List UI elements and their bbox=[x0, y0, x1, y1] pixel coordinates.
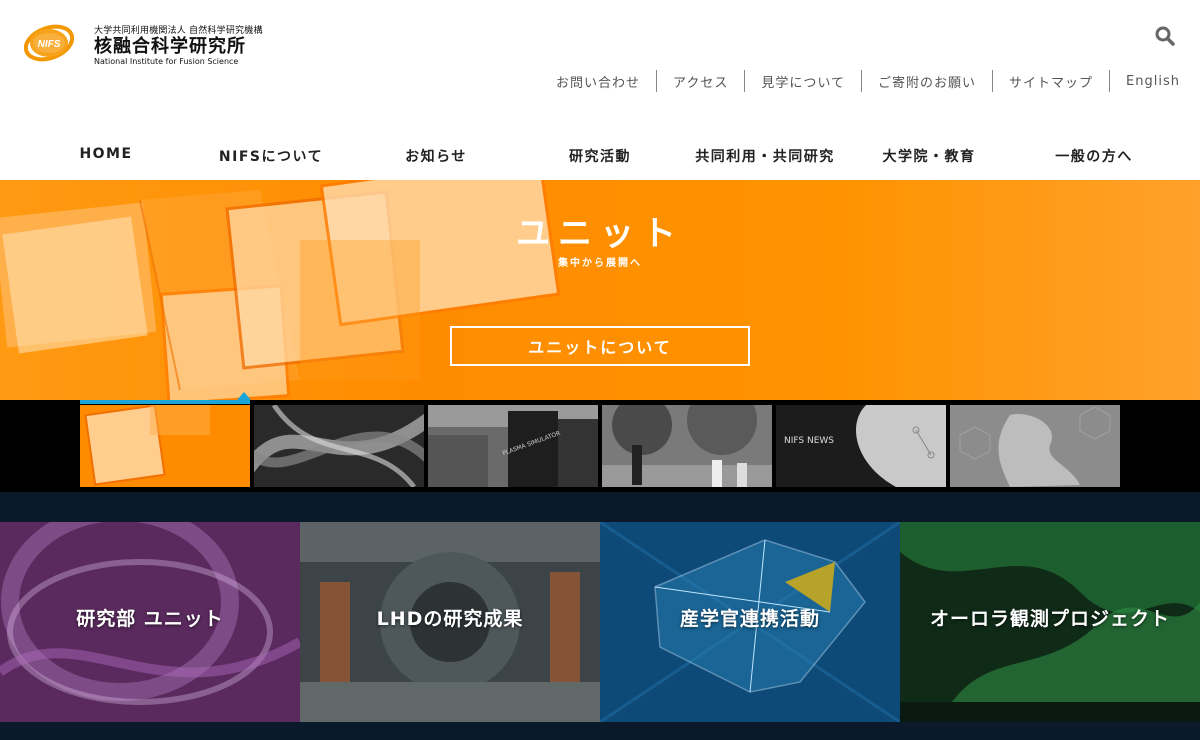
thumbnail-helical-coil[interactable] bbox=[254, 405, 424, 487]
svg-text:NIFS NEWS: NIFS NEWS bbox=[784, 436, 834, 446]
hero-subtitle: 集中から展開へ bbox=[558, 258, 642, 269]
nav-item-collaboration[interactable]: 共同利用・共同研究 bbox=[695, 146, 835, 166]
thumbnail-plasma-simulator[interactable]: PLASMA SIMULATOR bbox=[428, 405, 598, 487]
card-label: オーロラ観測プロジェクト bbox=[929, 608, 1170, 630]
hero-banner: ユニット 集中から展開へ ユニットについて bbox=[0, 180, 1200, 400]
thumbnail-people-outdoors[interactable] bbox=[602, 405, 772, 487]
hero-title: ユニット bbox=[516, 214, 684, 254]
logo-org-name: 大学共同利用機関法人 自然科学研究機構 bbox=[94, 26, 263, 36]
card-research-unit[interactable]: 研究部 ユニット bbox=[0, 522, 300, 722]
site-logo[interactable]: NIFS 大学共同利用機関法人 自然科学研究機構 核融合科学研究所 Nation… bbox=[24, 22, 263, 66]
utility-link-english[interactable]: English bbox=[1110, 74, 1180, 89]
footer-band bbox=[0, 722, 1200, 740]
search-icon bbox=[1155, 26, 1175, 46]
thumbnail-carousel: PLASMA SIMULATOR NIFS NEWS bbox=[0, 392, 1200, 492]
card-label: LHDの研究成果 bbox=[376, 608, 524, 630]
nifs-logo-icon: NIFS bbox=[24, 24, 74, 62]
utility-link-access[interactable]: アクセス bbox=[657, 72, 744, 91]
nav-item-research[interactable]: 研究活動 bbox=[569, 146, 631, 166]
logo-institute-name: 核融合科学研究所 bbox=[94, 36, 246, 57]
utility-link-tour[interactable]: 見学について bbox=[745, 72, 861, 91]
card-lhd-results[interactable]: LHDの研究成果 bbox=[300, 522, 600, 722]
utility-link-donation[interactable]: ご寄附のお願い bbox=[862, 72, 992, 91]
nav-item-news[interactable]: お知らせ bbox=[405, 146, 467, 166]
nav-item-home[interactable]: HOME bbox=[79, 146, 132, 162]
main-nav: HOME NIFSについて お知らせ 研究活動 共同利用・共同研究 大学院・教育… bbox=[0, 140, 1200, 170]
card-label: 産学官連携活動 bbox=[679, 608, 820, 630]
utility-link-contact[interactable]: お問い合わせ bbox=[540, 72, 656, 91]
thumbnail-world-map[interactable] bbox=[950, 405, 1120, 487]
logo-english-name: National Institute for Fusion Science bbox=[94, 57, 239, 66]
thumbnail-nifs-news[interactable]: NIFS NEWS bbox=[776, 405, 946, 487]
nav-item-education[interactable]: 大学院・教育 bbox=[883, 146, 976, 166]
card-industry-collaboration[interactable]: 産学官連携活動 bbox=[600, 522, 900, 722]
card-label: 研究部 ユニット bbox=[76, 608, 224, 630]
utility-nav: お問い合わせ アクセス 見学について ご寄附のお願い サイトマップ Englis… bbox=[540, 70, 1180, 92]
card-aurora-project[interactable]: オーロラ観測プロジェクト bbox=[900, 522, 1200, 722]
active-indicator bbox=[80, 392, 251, 404]
utility-link-sitemap[interactable]: サイトマップ bbox=[993, 72, 1109, 91]
section-divider bbox=[0, 492, 1200, 522]
nav-item-about[interactable]: NIFSについて bbox=[219, 146, 323, 166]
svg-text:NIFS: NIFS bbox=[38, 39, 61, 50]
thumbnail-unit[interactable] bbox=[80, 405, 250, 487]
search-button[interactable] bbox=[1154, 25, 1176, 47]
nav-item-public[interactable]: 一般の方へ bbox=[1055, 146, 1133, 166]
unit-about-button[interactable]: ユニットについて bbox=[450, 326, 750, 366]
